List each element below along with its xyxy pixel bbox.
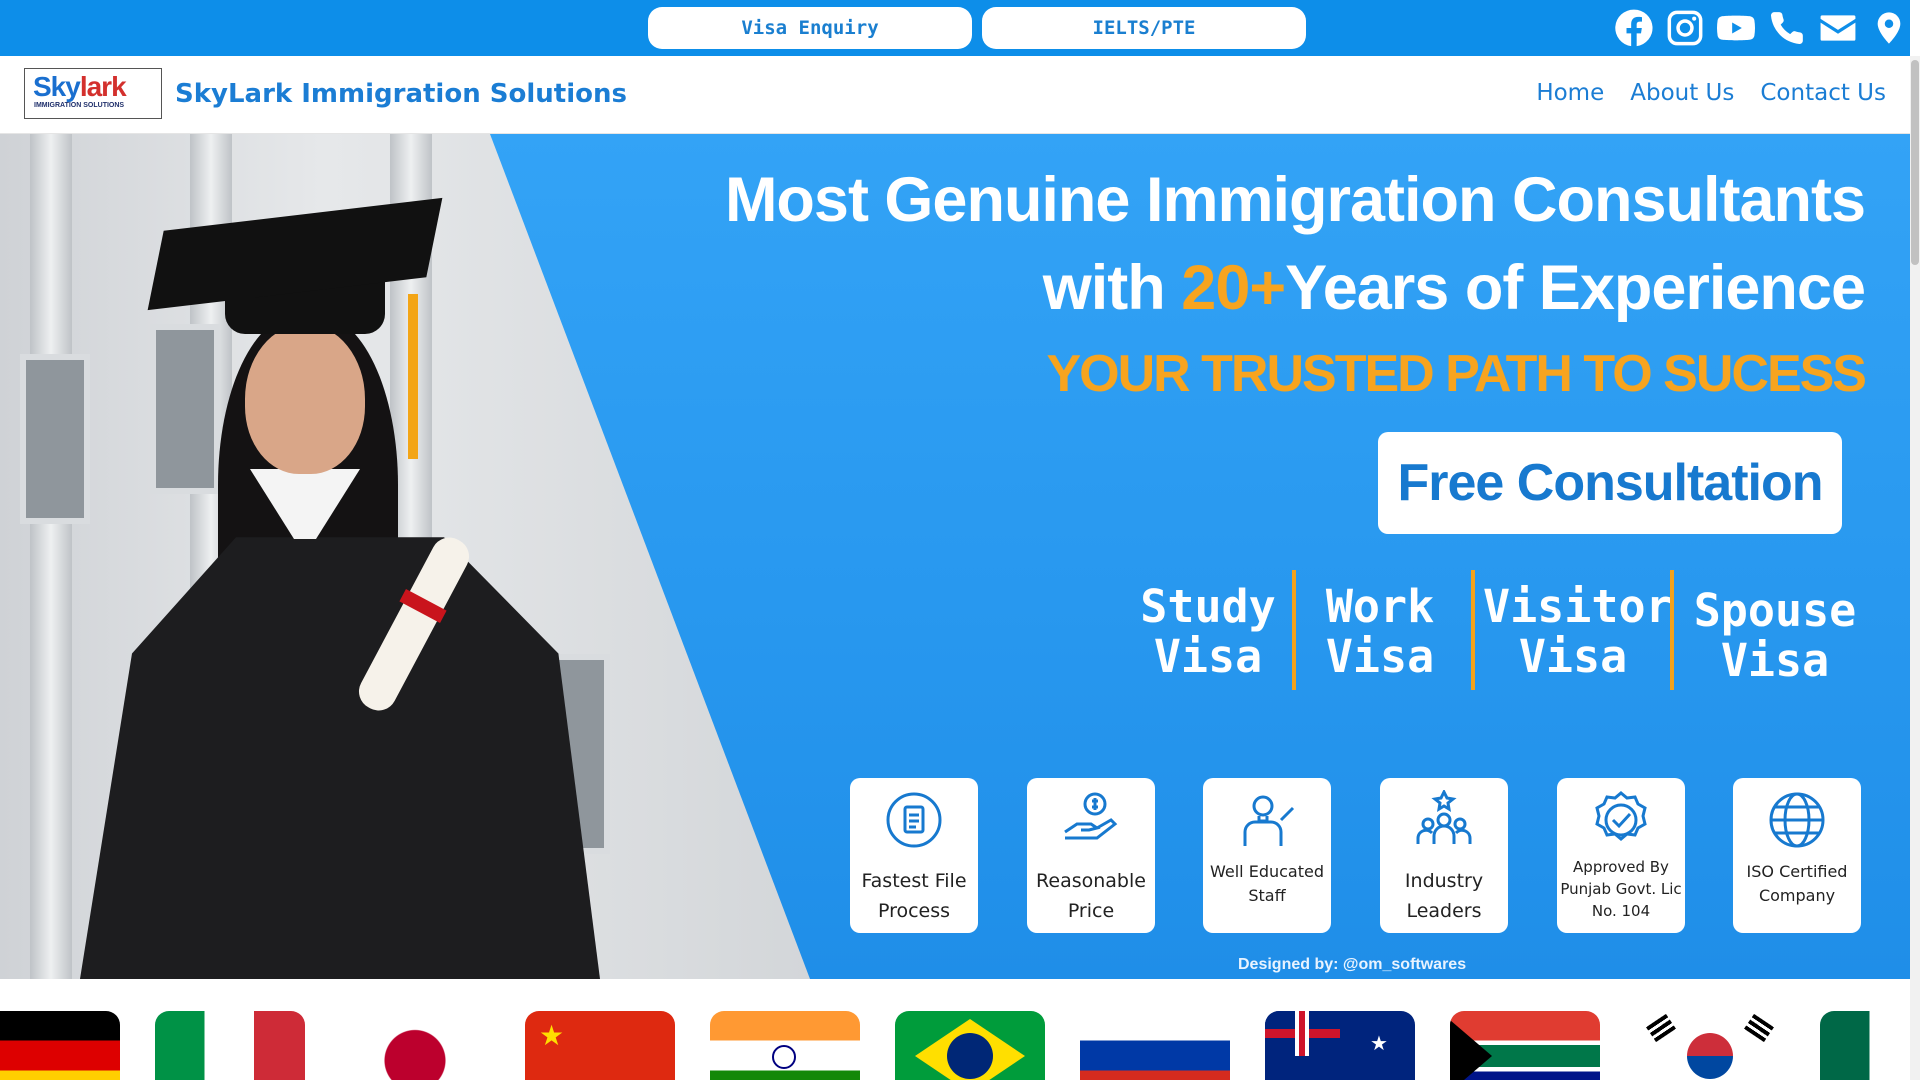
australia-flag[interactable]: ★ [1265,1011,1415,1080]
file-process-icon [884,790,944,850]
south-africa-flag[interactable] [1450,1011,1600,1080]
approved-badge-icon [1591,790,1651,850]
facebook-icon[interactable] [1613,7,1655,49]
instagram-icon[interactable] [1664,7,1706,49]
nav-about-link[interactable]: About Us [1630,80,1734,106]
india-flag[interactable] [710,1011,860,1080]
top-bar: Visa Enquiry IELTS/PTE [0,0,1910,56]
company-logo[interactable]: Skylark IMMIGRATION SOLUTIONS [24,68,162,119]
visa-enquiry-button[interactable]: Visa Enquiry [648,7,972,49]
hero-banner: Most Genuine Immigration Consultants wit… [0,134,1910,979]
location-pin-icon[interactable] [1868,7,1910,49]
free-consultation-button[interactable]: Free Consultation [1378,432,1842,534]
scrollbar-thumb[interactable] [1911,60,1919,265]
iso-globe-icon [1767,790,1827,850]
south-korea-flag[interactable] [1635,1011,1785,1080]
feature-card: Approved By Punjab Govt. Lic No. 104 [1557,778,1685,933]
page-scrollbar[interactable] [1910,56,1920,1080]
study-visa-label: Study Visa [1140,580,1276,683]
mexico-flag[interactable] [1820,1011,1910,1080]
divider [1670,570,1674,690]
work-visa-label: Work Visa [1325,580,1435,683]
visitor-visa-label: Visitor Visa [1483,580,1673,683]
spouse-visa-label: Spouse Visa [1693,584,1857,687]
feature-card: ISO Certified Company [1733,778,1861,933]
youtube-icon[interactable] [1715,7,1757,49]
brazil-flag[interactable] [895,1011,1045,1080]
social-links [1613,8,1910,48]
china-flag[interactable]: ★ [525,1011,675,1080]
country-flags-carousel: ★ ★ [0,979,1910,1080]
hero-subheadline: with 20+Years of Experience [1042,253,1866,323]
price-hand-icon [1061,790,1121,850]
feature-card: Industry Leaders [1380,778,1508,933]
hero-headline: Most Genuine Immigration Consultants [724,165,1866,235]
feature-card: Fastest File Process [850,778,978,933]
mail-icon[interactable] [1817,7,1859,49]
japan-flag[interactable] [340,1011,490,1080]
germany-flag[interactable] [0,1011,120,1080]
nav-contact-link[interactable]: Contact Us [1760,80,1886,106]
divider [1292,570,1296,690]
site-header: Skylark IMMIGRATION SOLUTIONS SkyLark Im… [0,56,1910,134]
feature-card: Reasonable Price [1027,778,1155,933]
divider [1471,570,1475,690]
italy-flag[interactable] [155,1011,305,1080]
feature-card: Well Educated Staff [1203,778,1331,933]
nav-home-link[interactable]: Home [1536,80,1604,106]
brand-name[interactable]: SkyLark Immigration Solutions [175,79,627,109]
industry-leaders-icon [1414,788,1474,850]
ielts-pte-button[interactable]: IELTS/PTE [982,7,1306,49]
designer-credit: Designed by: @om_softwares [1238,956,1467,973]
hero-tagline: YOUR TRUSTED PATH TO SUCESS [1046,345,1867,403]
educated-staff-icon [1237,790,1297,850]
russia-flag[interactable] [1080,1011,1230,1080]
phone-icon[interactable] [1766,7,1808,49]
main-nav: Home About Us Contact Us [1536,80,1886,106]
